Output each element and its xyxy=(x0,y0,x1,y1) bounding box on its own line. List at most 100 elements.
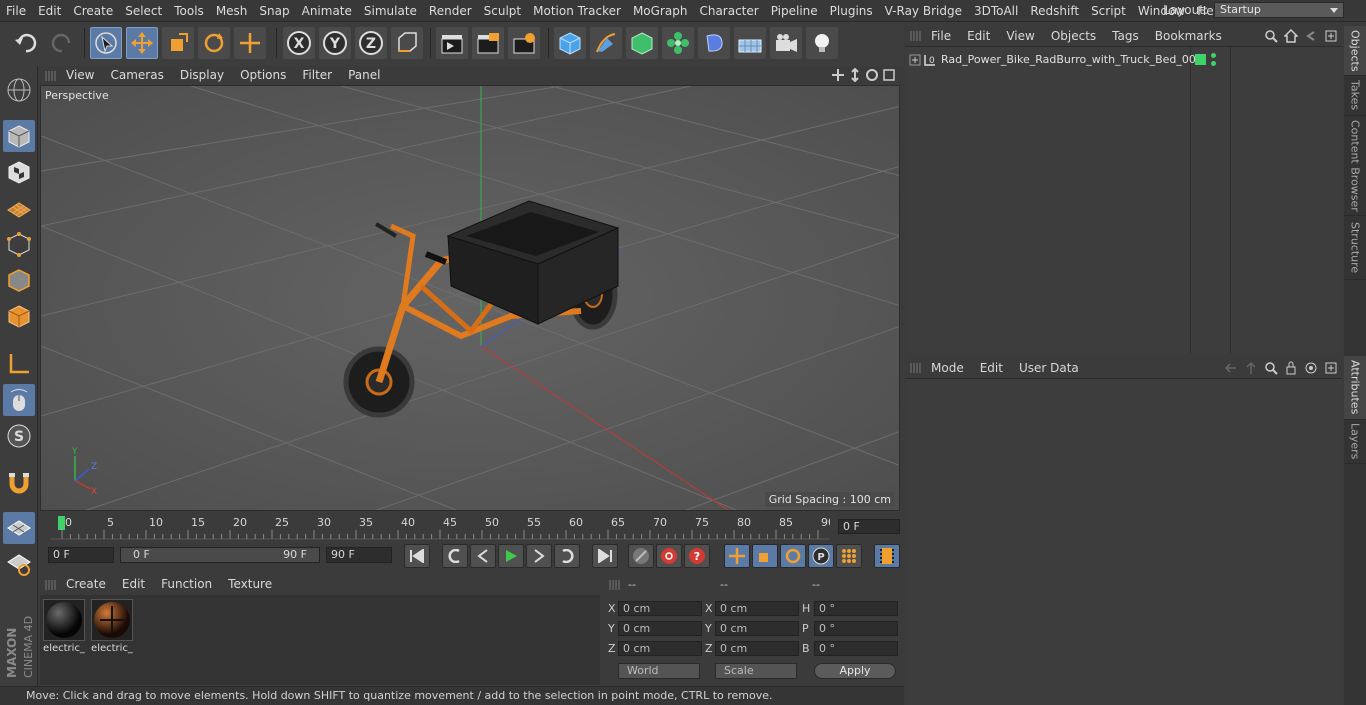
attributes-menu-user-data[interactable]: User Data xyxy=(1011,358,1087,379)
move-tool-button[interactable] xyxy=(126,27,158,59)
coordinate-space-dropdown[interactable]: World xyxy=(618,663,700,679)
size-y-field[interactable]: 0 cm xyxy=(715,621,799,636)
undo-button[interactable] xyxy=(10,27,42,59)
target-icon[interactable] xyxy=(1304,361,1318,375)
make-editable-button[interactable] xyxy=(3,74,35,106)
menu-sculpt[interactable]: Sculpt xyxy=(478,0,527,22)
expand-icon[interactable] xyxy=(909,54,921,66)
object-name[interactable]: Rad_Power_Bike_RadBurro_with_Truck_Bed_0… xyxy=(941,53,1203,66)
size-z-field[interactable]: 0 cm xyxy=(715,641,799,656)
menu-simulate[interactable]: Simulate xyxy=(358,0,423,22)
material-menu-create[interactable]: Create xyxy=(58,575,114,594)
viewport-menu-filter[interactable]: Filter xyxy=(294,66,340,85)
search-icon[interactable] xyxy=(1264,361,1278,375)
add-cube-button[interactable] xyxy=(554,27,586,59)
tab-layers[interactable]: Layers xyxy=(1344,420,1366,464)
material-menu-function[interactable]: Function xyxy=(153,575,220,594)
menu-script[interactable]: Script xyxy=(1085,0,1132,22)
go-to-start-button[interactable] xyxy=(404,544,430,568)
lock-icon[interactable] xyxy=(1284,361,1298,375)
rotate-view-icon[interactable] xyxy=(865,68,879,82)
next-frame-button[interactable] xyxy=(526,544,552,568)
tab-objects[interactable]: Objects xyxy=(1344,26,1366,76)
viewport-menu-panel[interactable]: Panel xyxy=(340,66,388,85)
start-frame-field[interactable]: 0 F xyxy=(48,547,114,563)
previous-frame-button[interactable] xyxy=(470,544,496,568)
viewport-menu-display[interactable]: Display xyxy=(172,66,232,85)
keyframe-selection-button[interactable]: ? xyxy=(684,544,710,568)
menu-create[interactable]: Create xyxy=(67,0,119,22)
record-active-objects-button[interactable] xyxy=(628,544,654,568)
material-menu-edit[interactable]: Edit xyxy=(114,575,153,594)
render-view-button[interactable] xyxy=(436,27,468,59)
preview-range-slider[interactable]: 0 F 90 F xyxy=(120,547,320,563)
enable-axis-button[interactable] xyxy=(3,348,35,380)
menu-redshift[interactable]: Redshift xyxy=(1024,0,1085,22)
render-settings-button[interactable] xyxy=(508,27,540,59)
add-floor-button[interactable] xyxy=(734,27,766,59)
scale-tool-button[interactable] xyxy=(162,27,194,59)
play-button[interactable] xyxy=(498,544,524,568)
rotation-h-field[interactable]: 0 ° xyxy=(814,601,898,616)
menu-select[interactable]: Select xyxy=(119,0,168,22)
back-icon[interactable] xyxy=(1304,29,1318,43)
attributes-menu-mode[interactable]: Mode xyxy=(923,358,972,379)
menu-3dtoall[interactable]: 3DToAll xyxy=(968,0,1024,22)
maximize-view-icon[interactable] xyxy=(882,68,896,82)
viewport-menu-cameras[interactable]: Cameras xyxy=(102,66,171,85)
render-visibility-dot[interactable] xyxy=(1211,61,1216,66)
size-x-field[interactable]: 0 cm xyxy=(715,601,799,616)
x-axis-lock-button[interactable]: X xyxy=(283,27,315,59)
viewport-menu-view[interactable]: View xyxy=(58,66,102,85)
add-spline-pen-button[interactable] xyxy=(590,27,622,59)
rotation-b-field[interactable]: 0 ° xyxy=(814,641,898,656)
playhead-marker[interactable] xyxy=(58,516,65,530)
material-swatch[interactable]: electric_ xyxy=(91,599,133,655)
position-y-field[interactable]: 0 cm xyxy=(618,621,702,636)
objects-menu-bookmarks[interactable]: Bookmarks xyxy=(1147,26,1230,47)
search-icon[interactable] xyxy=(1264,29,1278,43)
menu-snap[interactable]: Snap xyxy=(253,0,295,22)
object-row[interactable]: 0 Rad_Power_Bike_RadBurro_with_Truck_Bed… xyxy=(905,51,1342,69)
menu-vray-bridge[interactable]: V-Ray Bridge xyxy=(879,0,968,22)
menu-mesh[interactable]: Mesh xyxy=(210,0,254,22)
position-z-field[interactable]: 0 cm xyxy=(618,641,702,656)
tab-structure[interactable]: Structure xyxy=(1344,216,1366,280)
texture-mode-button[interactable] xyxy=(3,156,35,188)
add-deformer-button[interactable] xyxy=(698,27,730,59)
next-key-button[interactable] xyxy=(554,544,580,568)
current-frame-field[interactable]: 0 F xyxy=(838,519,900,534)
timeline-layout-button[interactable] xyxy=(874,544,900,568)
apply-button[interactable]: Apply xyxy=(814,663,896,679)
menu-motion-tracker[interactable]: Motion Tracker xyxy=(527,0,627,22)
z-axis-lock-button[interactable]: Z xyxy=(355,27,387,59)
editor-visibility-dot[interactable] xyxy=(1211,53,1216,58)
tab-attributes[interactable]: Attributes xyxy=(1344,356,1366,420)
snapping-button[interactable] xyxy=(3,466,35,498)
menu-animate[interactable]: Animate xyxy=(296,0,358,22)
timeline-ruler[interactable]: 0 5 10 15 20 25 30 35 40 45 50 55 60 65 70 75 80 85 90 0 F xyxy=(40,512,904,542)
solo-button[interactable]: S xyxy=(3,420,35,452)
layer-color-tag[interactable] xyxy=(1195,54,1206,65)
workplane-mode-button[interactable] xyxy=(3,192,35,224)
key-position-button[interactable] xyxy=(724,544,750,568)
up-arrow-icon[interactable] xyxy=(1244,361,1258,375)
points-mode-button[interactable] xyxy=(3,228,35,260)
3d-viewport[interactable]: Y Z X Perspective Grid Spacing : 100 cm xyxy=(40,85,900,511)
objects-menu-view[interactable]: View xyxy=(998,26,1042,47)
objects-menu-edit[interactable]: Edit xyxy=(959,26,998,47)
material-menu-texture[interactable]: Texture xyxy=(220,575,280,594)
render-to-picture-viewer-button[interactable] xyxy=(472,27,504,59)
add-camera-button[interactable] xyxy=(770,27,802,59)
viewport-menu-options[interactable]: Options xyxy=(232,66,294,85)
y-axis-lock-button[interactable]: Y xyxy=(319,27,351,59)
redo-button[interactable] xyxy=(46,27,78,59)
menu-render[interactable]: Render xyxy=(423,0,478,22)
new-window-icon[interactable] xyxy=(1324,29,1338,43)
previous-key-button[interactable] xyxy=(442,544,468,568)
zoom-view-icon[interactable] xyxy=(848,68,862,82)
position-x-field[interactable]: 0 cm xyxy=(618,601,702,616)
menu-edit[interactable]: Edit xyxy=(32,0,67,22)
model-mode-button[interactable] xyxy=(3,120,35,152)
objects-menu-file[interactable]: File xyxy=(923,26,959,47)
